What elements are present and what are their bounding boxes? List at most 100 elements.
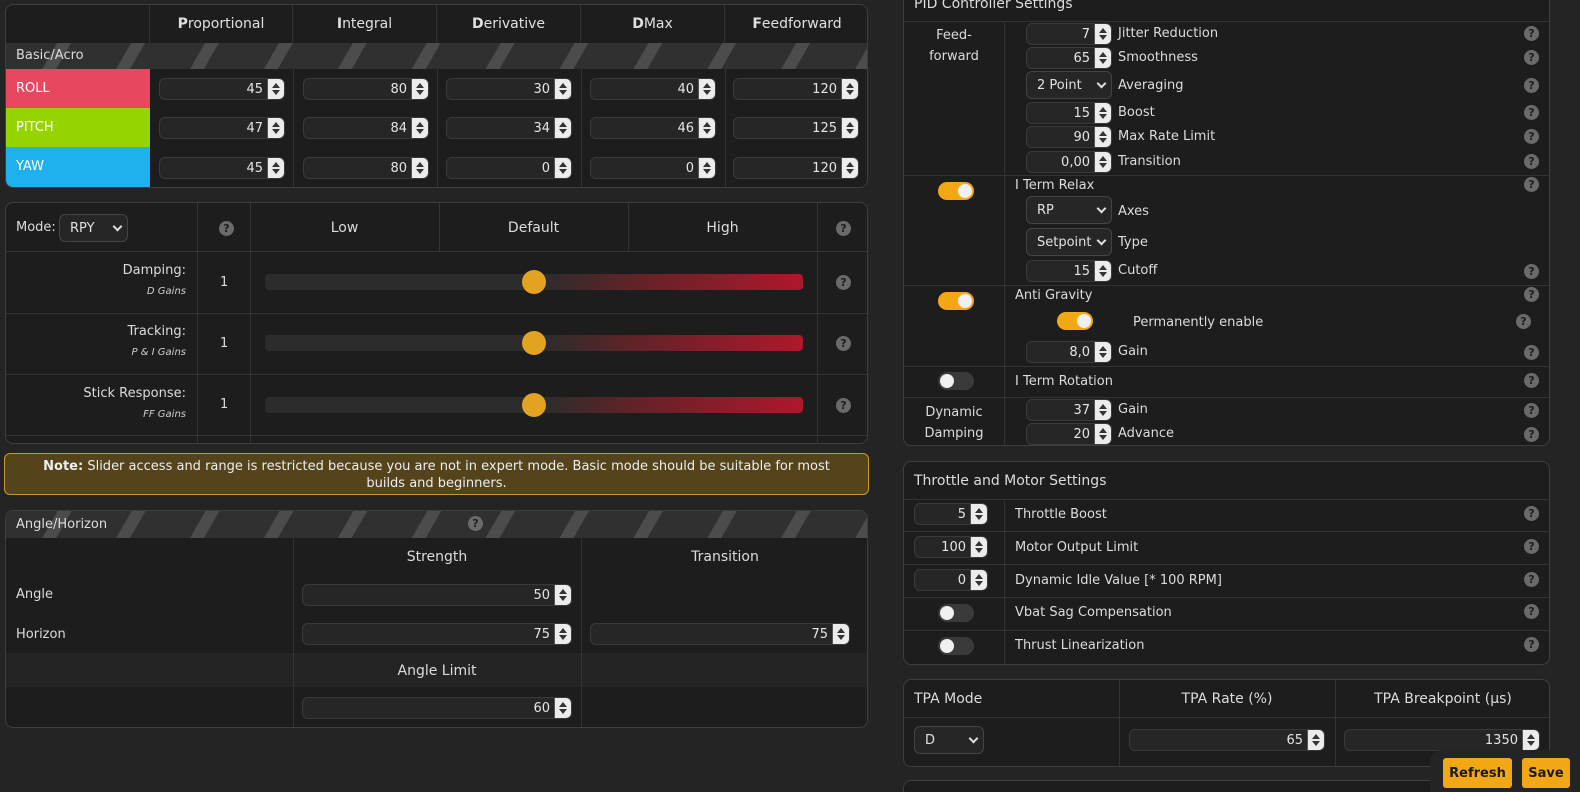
yaw-i-input[interactable]: 80 <box>303 157 429 179</box>
damping-slider-handle[interactable] <box>522 270 546 294</box>
dyn-damping-gain-help-icon[interactable]: ? <box>1524 403 1539 418</box>
tracking-value: 1 <box>220 336 229 351</box>
anti-gravity-gain-help-icon[interactable]: ? <box>1524 345 1539 360</box>
roll-i-input[interactable]: 80 <box>303 78 429 100</box>
iterm-relax-cutoff-help-icon[interactable]: ? <box>1524 264 1539 279</box>
motor-output-limit-help-icon[interactable]: ? <box>1524 539 1539 554</box>
header-help-icon[interactable]: ? <box>836 221 851 236</box>
ff-averaging-help-icon[interactable]: ? <box>1524 78 1539 93</box>
ff-max-rate-help-icon[interactable]: ? <box>1524 129 1539 144</box>
roll-dmax-input[interactable]: 40 <box>590 78 716 100</box>
horizon-strength-input[interactable]: 75 <box>302 623 572 645</box>
anti-gravity-help-icon[interactable]: ? <box>1524 287 1539 302</box>
ff-max-rate-input[interactable]: 90 <box>1026 126 1112 148</box>
ff-averaging-label: Averaging <box>1118 78 1184 93</box>
yaw-ff-input[interactable]: 120 <box>733 157 859 179</box>
ff-smoothness-help-icon[interactable]: ? <box>1524 50 1539 65</box>
permanently-enable-help-icon[interactable]: ? <box>1516 314 1531 329</box>
pid-header-i: Integral <box>293 5 437 43</box>
yaw-d-input[interactable]: 0 <box>446 157 572 179</box>
section-divider <box>904 21 1549 22</box>
iterm-relax-cutoff-input[interactable]: 15 <box>1026 260 1112 282</box>
roll-label: ROLL <box>6 69 150 108</box>
feedforward-label-2: forward <box>929 49 979 64</box>
yaw-p-input[interactable]: 45 <box>159 157 285 179</box>
roll-p-input[interactable]: 45 <box>159 78 285 100</box>
pitch-dmax-input[interactable]: 46 <box>590 117 716 139</box>
tracking-slider-handle[interactable] <box>522 331 546 355</box>
ff-boost-input[interactable]: 15 <box>1026 102 1112 124</box>
ff-averaging-select[interactable]: 2 Point <box>1026 71 1112 99</box>
tracking-help-icon[interactable]: ? <box>836 336 851 351</box>
tpa-mode-select[interactable]: D <box>914 726 984 754</box>
motor-output-limit-label: Motor Output Limit <box>1015 540 1139 555</box>
dyn-damping-advance-input[interactable]: 20 <box>1026 423 1112 445</box>
thrust-linearization-toggle[interactable] <box>938 637 974 655</box>
pitch-label: PITCH <box>6 108 150 147</box>
tracking-label: Tracking: <box>127 324 187 339</box>
roll-ff-input[interactable]: 120 <box>733 78 859 100</box>
anti-gravity-toggle[interactable] <box>938 292 974 310</box>
yaw-dmax-input[interactable]: 0 <box>590 157 716 179</box>
chevron-down-icon <box>1096 203 1107 213</box>
label-col-divider <box>1004 499 1005 664</box>
anti-gravity-gain-input[interactable]: 8,0 <box>1026 341 1112 363</box>
ff-transition-input[interactable]: 0,00 <box>1026 151 1112 173</box>
iterm-relax-type-label: Type <box>1118 235 1148 250</box>
tpa-rate-input[interactable]: 65 <box>1129 729 1325 751</box>
row-divider <box>6 435 867 436</box>
dynamic-idle-input[interactable]: 0 <box>914 569 988 591</box>
iterm-relax-axes-select[interactable]: RP <box>1026 196 1112 224</box>
ff-jitter-input[interactable]: 7 <box>1026 23 1112 45</box>
row-divider <box>904 597 1549 598</box>
pitch-p-input[interactable]: 47 <box>159 117 285 139</box>
iterm-relax-toggle[interactable] <box>938 182 974 200</box>
section-divider <box>904 499 1549 500</box>
stick-response-slider-handle[interactable] <box>522 393 546 417</box>
tpa-breakpoint-input[interactable]: 1350 <box>1344 729 1540 751</box>
iterm-relax-type-select[interactable]: Setpoint <box>1026 228 1112 256</box>
vbat-sag-toggle[interactable] <box>938 604 974 622</box>
damping-help-icon[interactable]: ? <box>836 275 851 290</box>
angle-limit-input[interactable]: 60 <box>302 697 572 719</box>
mode-help-icon[interactable]: ? <box>219 221 234 236</box>
dynamic-idle-help-icon[interactable]: ? <box>1524 572 1539 587</box>
horizon-transition-input[interactable]: 75 <box>590 623 850 645</box>
roll-d-input[interactable]: 30 <box>446 78 572 100</box>
save-button[interactable]: Save <box>1522 758 1570 788</box>
stick-response-help-icon[interactable]: ? <box>836 398 851 413</box>
pid-controller-panel: PID Controller Settings Feed- forward 7 … <box>903 0 1550 446</box>
thrust-linearization-help-icon[interactable]: ? <box>1524 637 1539 652</box>
chevron-down-icon <box>968 733 979 743</box>
damping-sub: D Gains <box>146 286 186 297</box>
dyn-damping-advance-help-icon[interactable]: ? <box>1524 427 1539 442</box>
iterm-rotation-toggle[interactable] <box>938 372 974 390</box>
motor-output-limit-input[interactable]: 100 <box>914 536 988 558</box>
ff-smoothness-input[interactable]: 65 <box>1026 47 1112 69</box>
iterm-relax-help-icon[interactable]: ? <box>1524 177 1539 192</box>
pid-header-p: Proportional <box>150 5 293 43</box>
throttle-boost-help-icon[interactable]: ? <box>1524 506 1539 521</box>
pitch-d-input[interactable]: 34 <box>446 117 572 139</box>
pitch-i-input[interactable]: 84 <box>303 117 429 139</box>
throttle-boost-input[interactable]: 5 <box>914 503 988 525</box>
iterm-rotation-help-icon[interactable]: ? <box>1524 373 1539 388</box>
permanently-enable-toggle[interactable] <box>1057 312 1093 330</box>
angle-horizon-help-icon[interactable]: ? <box>468 516 483 531</box>
dyn-damping-gain-input[interactable]: 37 <box>1026 399 1112 421</box>
mode-select[interactable]: RPY <box>59 214 128 242</box>
iterm-relax-axes-label: Axes <box>1118 204 1149 219</box>
vbat-sag-help-icon[interactable]: ? <box>1524 604 1539 619</box>
pitch-ff-input[interactable]: 125 <box>733 117 859 139</box>
ff-jitter-help-icon[interactable]: ? <box>1524 26 1539 41</box>
angle-col-divider <box>581 653 582 727</box>
ff-boost-label: Boost <box>1118 105 1155 120</box>
tpa-rate-header: TPA Rate (%) <box>1181 691 1273 707</box>
ff-transition-help-icon[interactable]: ? <box>1524 154 1539 169</box>
ff-max-rate-label: Max Rate Limit <box>1118 129 1216 144</box>
row-divider <box>6 313 867 314</box>
angle-strength-input[interactable]: 50 <box>302 584 572 606</box>
ff-boost-help-icon[interactable]: ? <box>1524 105 1539 120</box>
refresh-button[interactable]: Refresh <box>1443 758 1512 788</box>
section-divider <box>904 285 1549 286</box>
